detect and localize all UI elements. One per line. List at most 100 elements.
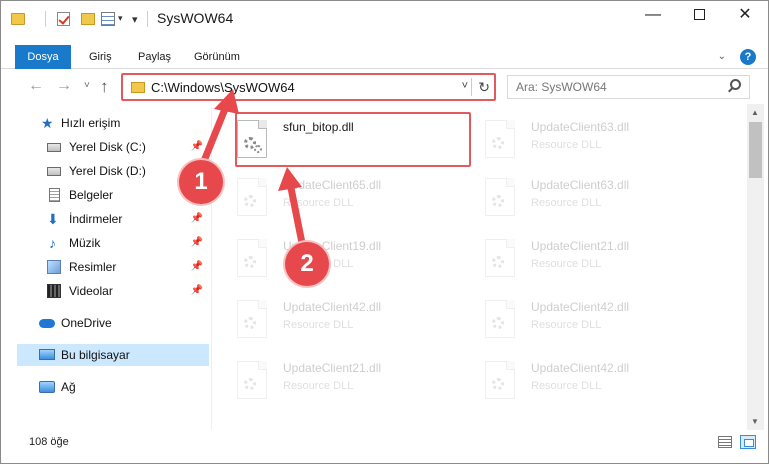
- toolbar-separator: [45, 11, 46, 27]
- scroll-up-icon[interactable]: ▲: [751, 108, 759, 117]
- step-1-badge: 1: [179, 160, 223, 204]
- file-name: UpdateClient63.dll: [531, 178, 630, 192]
- dll-file-icon: [237, 300, 267, 338]
- tab-gorunum[interactable]: Görünüm: [184, 45, 250, 69]
- sidebar-item-label: Bu bilgisayar: [61, 348, 130, 362]
- drive-icon: [47, 143, 61, 152]
- scroll-down-icon[interactable]: ▼: [751, 417, 759, 426]
- tab-giris[interactable]: Giriş: [79, 45, 122, 69]
- search-box[interactable]: [507, 75, 750, 99]
- pane-splitter[interactable]: [211, 108, 212, 430]
- pin-icon[interactable]: 📌: [191, 280, 203, 302]
- back-button[interactable]: ←: [28, 77, 44, 95]
- folder-icon: [131, 82, 145, 93]
- computer-icon: [39, 349, 55, 360]
- forward-button[interactable]: →: [56, 77, 72, 95]
- new-folder-icon[interactable]: [81, 13, 95, 25]
- file-description: Resource DLL: [283, 319, 354, 331]
- file-item[interactable]: UpdateClient19.dll Resource DLL: [213, 231, 449, 287]
- file-description: Resource DLL: [531, 139, 602, 151]
- vertical-scrollbar[interactable]: ▲ ▼: [747, 104, 764, 430]
- pin-icon[interactable]: 📌: [191, 256, 203, 278]
- address-dropdown-button[interactable]: ˅: [462, 80, 468, 92]
- scrollbar-thumb[interactable]: [749, 122, 762, 178]
- tab-dosya[interactable]: Dosya: [15, 45, 71, 69]
- star-icon: ★: [41, 115, 54, 131]
- properties-check-icon[interactable]: [57, 12, 70, 26]
- title-separator: [147, 11, 148, 27]
- title-bar: ▾ ▾ SysWOW64 — ✕: [1, 1, 768, 37]
- address-path[interactable]: C:\Windows\SysWOW64: [151, 80, 295, 95]
- file-item[interactable]: UpdateClient63.dll Resource DLL: [461, 170, 697, 226]
- download-icon: ⬇: [47, 211, 59, 227]
- sidebar-item-label: Videolar: [69, 284, 113, 298]
- sidebar-item-local-disk-c[interactable]: Yerel Disk (C:) 📌: [17, 136, 209, 158]
- recent-locations-button[interactable]: ˅: [84, 80, 90, 91]
- sidebar-item-downloads[interactable]: ⬇ İndirmeler 📌: [17, 208, 209, 230]
- pin-icon[interactable]: 📌: [191, 136, 203, 158]
- pin-icon[interactable]: 📌: [191, 232, 203, 254]
- navigation-bar: ← → ˅ ↑ C:\Windows\SysWOW64 ˅ ↻: [1, 72, 768, 102]
- properties-icon[interactable]: [101, 12, 115, 26]
- sidebar-item-network[interactable]: Ağ: [17, 376, 209, 398]
- gear-icon: [492, 195, 504, 207]
- gear-icon: [244, 256, 256, 268]
- sidebar-item-label: Ağ: [61, 380, 76, 394]
- sidebar-item-label: Resimler: [69, 260, 117, 274]
- file-item[interactable]: UpdateClient21.dll Resource DLL: [213, 353, 449, 409]
- file-description: Resource DLL: [531, 319, 602, 331]
- sidebar-item-videos[interactable]: Videolar 📌: [17, 280, 209, 302]
- file-item[interactable]: UpdateClient42.dll Resource DLL: [213, 292, 449, 348]
- music-icon: ♪: [49, 235, 56, 251]
- item-count: 108 öğe: [29, 436, 69, 448]
- details-view-icon[interactable]: [718, 436, 732, 448]
- sidebar-item-this-pc[interactable]: Bu bilgisayar: [17, 344, 209, 366]
- tab-paylas[interactable]: Paylaş: [128, 45, 181, 69]
- sidebar-item-pictures[interactable]: Resimler 📌: [17, 256, 209, 278]
- navigation-pane: ★ Hızlı erişim Yerel Disk (C:) 📌 Yerel D…: [1, 108, 211, 430]
- file-item[interactable]: UpdateClient42.dll Resource DLL: [461, 353, 697, 409]
- dll-file-icon: [237, 239, 267, 277]
- file-item[interactable]: UpdateClient21.dll Resource DLL: [461, 231, 697, 287]
- search-input[interactable]: [516, 79, 716, 95]
- refresh-icon[interactable]: ↻: [478, 79, 490, 96]
- dll-file-icon: [485, 239, 515, 277]
- minimize-button[interactable]: —: [630, 1, 676, 31]
- maximize-icon: [693, 9, 705, 21]
- pin-icon[interactable]: 📌: [191, 208, 203, 230]
- file-item[interactable]: UpdateClient63.dll Resource DLL: [461, 112, 697, 168]
- network-icon: [39, 381, 55, 393]
- close-button[interactable]: ✕: [722, 1, 768, 31]
- sidebar-item-label: Müzik: [69, 236, 101, 250]
- gear-icon: [492, 137, 504, 149]
- address-bar[interactable]: C:\Windows\SysWOW64 ˅ ↻: [121, 73, 496, 101]
- sidebar-item-quick-access[interactable]: ★ Hızlı erişim: [17, 112, 209, 134]
- address-separator: [471, 78, 472, 96]
- dll-file-icon: [485, 300, 515, 338]
- sidebar-item-onedrive[interactable]: OneDrive: [17, 312, 209, 334]
- onedrive-icon: [39, 319, 55, 328]
- maximize-button[interactable]: [676, 1, 722, 31]
- sidebar-item-music[interactable]: ♪ Müzik 📌: [17, 232, 209, 254]
- drive-icon: [47, 167, 61, 176]
- sidebar-item-label: Yerel Disk (C:): [69, 140, 146, 154]
- file-description: Resource DLL: [531, 258, 602, 270]
- file-item[interactable]: UpdateClient65.dll Resource DLL: [213, 170, 449, 226]
- sidebar-item-label: İndirmeler: [69, 212, 123, 226]
- dll-file-icon: [485, 361, 515, 399]
- up-button[interactable]: ↑: [100, 77, 109, 97]
- expand-ribbon-icon[interactable]: ⌄: [718, 51, 726, 62]
- large-icons-view-icon[interactable]: [740, 435, 756, 449]
- search-icon[interactable]: [730, 79, 741, 90]
- file-name: UpdateClient63.dll: [531, 120, 630, 134]
- sidebar-item-label: Yerel Disk (D:): [69, 164, 146, 178]
- help-icon[interactable]: ?: [740, 49, 756, 65]
- customize-toolbar-icon[interactable]: ▾: [132, 13, 138, 29]
- file-name: UpdateClient42.dll: [531, 361, 630, 375]
- file-item[interactable]: UpdateClient42.dll Resource DLL: [461, 292, 697, 348]
- gear-icon: [492, 317, 504, 329]
- file-highlight-box: [235, 112, 471, 167]
- step-2-badge: 2: [285, 242, 329, 286]
- chevron-down-icon[interactable]: ▾: [118, 13, 123, 29]
- file-name: UpdateClient21.dll: [283, 361, 382, 375]
